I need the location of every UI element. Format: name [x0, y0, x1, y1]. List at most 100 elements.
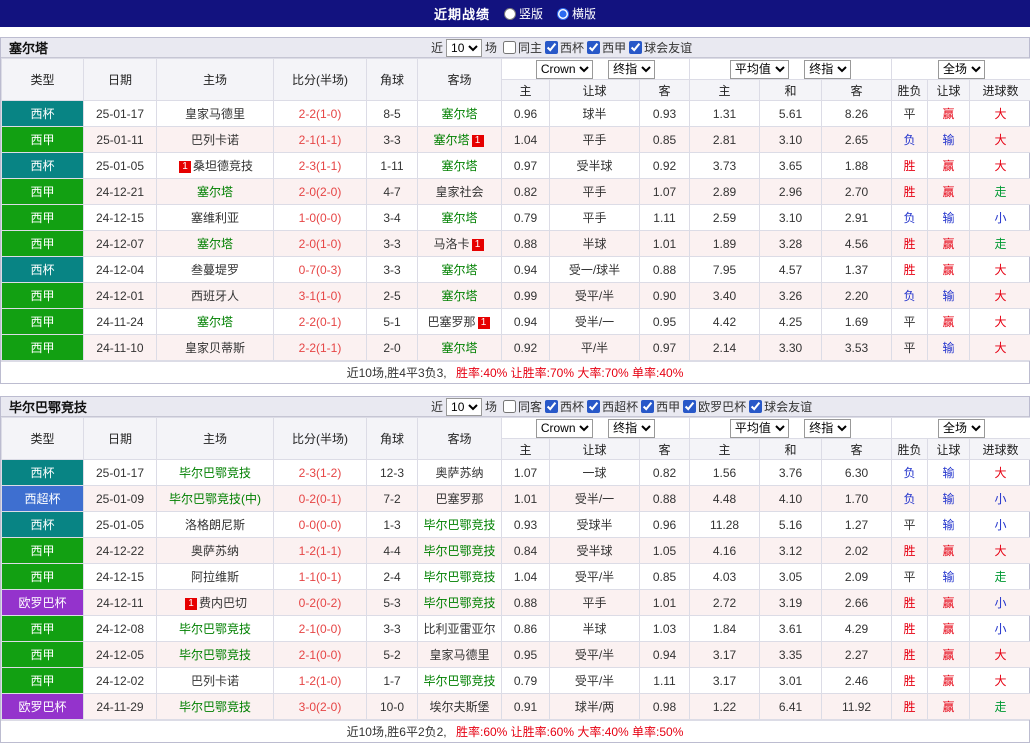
home-team[interactable]: 巴列卡诺 [157, 127, 274, 153]
competition-type-badge: 西杯 [2, 460, 84, 486]
filter-checkbox[interactable] [641, 400, 654, 413]
odds-source-select[interactable]: Crown [536, 60, 593, 79]
away-team[interactable]: 塞尔塔 [418, 153, 502, 179]
filter-checkbox[interactable] [587, 41, 600, 54]
home-team[interactable]: 塞尔塔 [157, 231, 274, 257]
match-score[interactable]: 2-1(1-1) [274, 127, 367, 153]
away-team[interactable]: 塞尔塔 [418, 335, 502, 361]
home-team[interactable]: 毕尔巴鄂竞技 [157, 616, 274, 642]
home-team[interactable]: 塞尔塔 [157, 179, 274, 205]
home-team[interactable]: 1费内巴切 [157, 590, 274, 616]
away-team[interactable]: 毕尔巴鄂竞技 [418, 668, 502, 694]
filter-西超杯[interactable]: 西超杯 [587, 398, 638, 415]
match-score[interactable]: 3-1(1-0) [274, 283, 367, 309]
scope-select[interactable]: 全场 [938, 60, 985, 79]
average-time-select[interactable]: 终指 [804, 419, 851, 438]
filter-欧罗巴杯[interactable]: 欧罗巴杯 [683, 398, 746, 415]
average-select[interactable]: 平均值 [730, 419, 789, 438]
home-team[interactable]: 奥萨苏纳 [157, 538, 274, 564]
match-count-select[interactable]: 10 [446, 398, 482, 416]
home-team[interactable]: 毕尔巴鄂竞技 [157, 694, 274, 720]
filter-同主[interactable]: 同主 [503, 39, 542, 56]
home-team[interactable]: 塞维利亚 [157, 205, 274, 231]
filter-球会友谊[interactable]: 球会友谊 [629, 39, 692, 56]
match-score[interactable]: 2-1(0-0) [274, 642, 367, 668]
match-score[interactable]: 0-2(0-2) [274, 590, 367, 616]
filter-checkbox[interactable] [503, 41, 516, 54]
match-score[interactable]: 2-2(1-1) [274, 335, 367, 361]
home-team[interactable]: 毕尔巴鄂竞技 [157, 642, 274, 668]
away-team[interactable]: 马洛卡1 [418, 231, 502, 257]
away-team[interactable]: 塞尔塔1 [418, 127, 502, 153]
home-team[interactable]: 毕尔巴鄂竞技(中) [157, 486, 274, 512]
home-team[interactable]: 阿拉维斯 [157, 564, 274, 590]
match-score[interactable]: 2-0(1-0) [274, 231, 367, 257]
average-time-select[interactable]: 终指 [804, 60, 851, 79]
home-team[interactable]: 皇家马德里 [157, 101, 274, 127]
layout-option-vertical[interactable]: 竖版 [504, 5, 543, 22]
away-team[interactable]: 巴塞罗那 [418, 486, 502, 512]
match-score[interactable]: 1-1(0-1) [274, 564, 367, 590]
away-team[interactable]: 奥萨苏纳 [418, 460, 502, 486]
match-score[interactable]: 0-0(0-0) [274, 512, 367, 538]
match-score[interactable]: 2-2(1-0) [274, 101, 367, 127]
away-team[interactable]: 皇家马德里 [418, 642, 502, 668]
match-score[interactable]: 1-2(1-0) [274, 668, 367, 694]
match-score[interactable]: 3-0(2-0) [274, 694, 367, 720]
home-team[interactable]: 1桑坦德竞技 [157, 153, 274, 179]
away-team[interactable]: 巴塞罗那1 [418, 309, 502, 335]
odds-time-select[interactable]: 终指 [608, 60, 655, 79]
away-team[interactable]: 塞尔塔 [418, 101, 502, 127]
home-team[interactable]: 洛格朗尼斯 [157, 512, 274, 538]
home-team[interactable]: 西班牙人 [157, 283, 274, 309]
filter-同客[interactable]: 同客 [503, 398, 542, 415]
away-team[interactable]: 毕尔巴鄂竞技 [418, 564, 502, 590]
away-team[interactable]: 毕尔巴鄂竞技 [418, 590, 502, 616]
vertical-layout-radio[interactable] [504, 8, 516, 20]
match-score[interactable]: 2-0(2-0) [274, 179, 367, 205]
filter-checkbox[interactable] [749, 400, 762, 413]
match-score[interactable]: 1-0(0-0) [274, 205, 367, 231]
match-score[interactable]: 2-3(1-1) [274, 153, 367, 179]
match-count-select[interactable]: 10 [446, 39, 482, 57]
handicap-line: 球半/两 [550, 694, 640, 720]
away-team[interactable]: 皇家社会 [418, 179, 502, 205]
odds-time-select[interactable]: 终指 [608, 419, 655, 438]
average-select[interactable]: 平均值 [730, 60, 789, 79]
filter-checkbox[interactable] [683, 400, 696, 413]
away-team[interactable]: 埃尔夫斯堡 [418, 694, 502, 720]
filter-西杯[interactable]: 西杯 [545, 398, 584, 415]
filter-西杯[interactable]: 西杯 [545, 39, 584, 56]
home-team[interactable]: 叁蔓堤罗 [157, 257, 274, 283]
away-team[interactable]: 比利亚雷亚尔 [418, 616, 502, 642]
match-score[interactable]: 2-2(0-1) [274, 309, 367, 335]
filter-西甲[interactable]: 西甲 [641, 398, 680, 415]
home-team[interactable]: 皇家贝蒂斯 [157, 335, 274, 361]
home-team[interactable]: 塞尔塔 [157, 309, 274, 335]
layout-option-horizontal[interactable]: 横版 [557, 5, 596, 22]
match-score[interactable]: 1-2(1-1) [274, 538, 367, 564]
away-team[interactable]: 毕尔巴鄂竞技 [418, 512, 502, 538]
away-team[interactable]: 塞尔塔 [418, 283, 502, 309]
home-team[interactable]: 毕尔巴鄂竞技 [157, 460, 274, 486]
filter-checkbox[interactable] [629, 41, 642, 54]
odds-source-select[interactable]: Crown [536, 419, 593, 438]
filter-checkbox[interactable] [545, 41, 558, 54]
scope-select[interactable]: 全场 [938, 419, 985, 438]
match-score[interactable]: 0-2(0-1) [274, 486, 367, 512]
match-score[interactable]: 2-3(1-2) [274, 460, 367, 486]
competition-type-badge: 西杯 [2, 257, 84, 283]
match-score[interactable]: 0-7(0-3) [274, 257, 367, 283]
filter-checkbox[interactable] [545, 400, 558, 413]
home-team[interactable]: 巴列卡诺 [157, 668, 274, 694]
away-team[interactable]: 毕尔巴鄂竞技 [418, 538, 502, 564]
horizontal-layout-radio[interactable] [557, 8, 569, 20]
filter-西甲[interactable]: 西甲 [587, 39, 626, 56]
col-avg-draw: 和 [760, 439, 822, 460]
away-team[interactable]: 塞尔塔 [418, 205, 502, 231]
away-team[interactable]: 塞尔塔 [418, 257, 502, 283]
filter-checkbox[interactable] [503, 400, 516, 413]
filter-球会友谊[interactable]: 球会友谊 [749, 398, 812, 415]
match-score[interactable]: 2-1(0-0) [274, 616, 367, 642]
filter-checkbox[interactable] [587, 400, 600, 413]
